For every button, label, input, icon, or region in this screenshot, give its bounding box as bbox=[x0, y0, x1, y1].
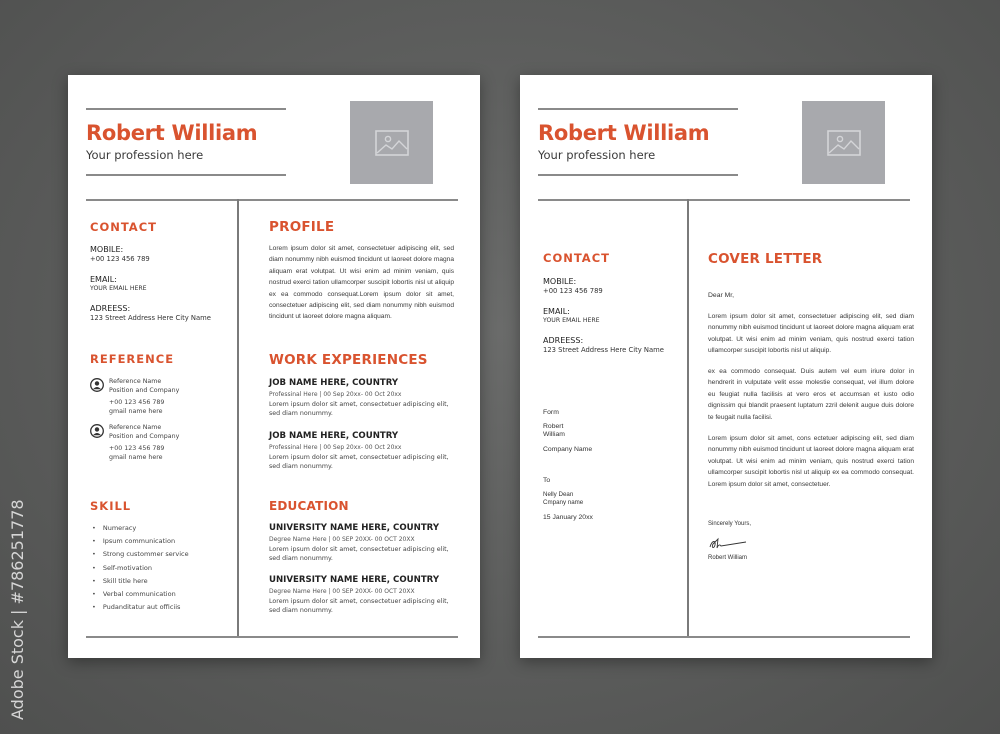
education-title: UNIVERSITY NAME HERE, COUNTRY bbox=[269, 523, 440, 533]
skill-item: Self-motivation bbox=[92, 564, 189, 577]
job-title: JOB NAME HERE, COUNTRY bbox=[269, 431, 399, 441]
address-label: ADREESS: bbox=[90, 304, 131, 313]
photo-placeholder[interactable] bbox=[802, 101, 885, 184]
reference-position: Position and Company bbox=[109, 432, 180, 440]
address-label: ADREESS: bbox=[543, 336, 584, 345]
skill-item: Strong custommer service bbox=[92, 550, 189, 563]
image-placeholder-icon bbox=[374, 129, 409, 156]
address-value: 123 Street Address Here City Name bbox=[90, 314, 211, 322]
mobile-label: MOBILE: bbox=[543, 277, 577, 286]
skill-list: Numeracy Ipsum communication Strong cust… bbox=[92, 524, 189, 616]
header-rule-bottom bbox=[86, 174, 286, 176]
reference-email: gmail name here bbox=[109, 453, 163, 461]
header-rule-top bbox=[86, 108, 286, 110]
reference-name: Reference Name bbox=[109, 424, 162, 431]
stock-watermark: Adobe Stock | #786251778 bbox=[8, 499, 27, 720]
section-rule-bottom bbox=[86, 636, 458, 638]
letter-paragraph: ex ea commodo consequat. Duis autem vel … bbox=[708, 368, 914, 421]
from-company: Company Name bbox=[543, 446, 593, 453]
profile-text: Lorem ipsum dolor sit amet, consectetuer… bbox=[269, 245, 454, 321]
job-meta: Professinal Here | 00 Sep 20xx- 00 Oct 2… bbox=[269, 391, 402, 398]
email-value: YOUR EMAIL HERE bbox=[543, 317, 600, 324]
resume-profession: Your profession here bbox=[86, 148, 204, 162]
image-placeholder-icon bbox=[826, 129, 861, 156]
reference-name: Reference Name bbox=[109, 378, 162, 385]
education-description: Lorem ipsum dolor sit amet, consectetuer… bbox=[269, 598, 449, 614]
cover-letter-heading: COVER LETTER bbox=[708, 251, 823, 267]
skill-item: Skill title here bbox=[92, 577, 189, 590]
section-rule-top bbox=[538, 199, 910, 201]
to-label: To bbox=[543, 477, 551, 484]
cover-letter-page: Robert William Your profession here CONT… bbox=[520, 75, 932, 658]
reference-item: Reference Name Position and Company +00 … bbox=[90, 378, 179, 416]
reference-phone: +00 123 456 789 bbox=[109, 399, 165, 407]
signer-name: Robert William bbox=[708, 555, 748, 561]
job-description: Lorem ipsum dolor sit amet, consectetuer… bbox=[269, 454, 449, 470]
email-label: EMAIL: bbox=[90, 275, 117, 284]
email-value: YOUR EMAIL HERE bbox=[90, 285, 147, 292]
contact-heading: CONTACT bbox=[543, 251, 610, 265]
skill-item: Ipsum communication bbox=[92, 537, 189, 550]
cover-profession: Your profession here bbox=[538, 148, 656, 162]
user-avatar-icon bbox=[90, 378, 104, 392]
letter-date: 15 January 20xx bbox=[543, 514, 593, 521]
reference-item: Reference Name Position and Company +00 … bbox=[90, 424, 179, 462]
header-rule-top bbox=[538, 108, 738, 110]
email-label: EMAIL: bbox=[543, 307, 570, 316]
contact-heading: CONTACT bbox=[90, 220, 157, 234]
section-rule-top bbox=[86, 199, 458, 201]
user-avatar-icon bbox=[90, 424, 104, 438]
resume-page: Robert William Your profession here CONT… bbox=[68, 75, 480, 658]
photo-placeholder[interactable] bbox=[350, 101, 433, 184]
profile-heading: PROFILE bbox=[269, 219, 335, 235]
cover-name: Robert William bbox=[538, 121, 710, 145]
education-meta: Degree Name Here | 00 SEP 20XX- 00 OCT 2… bbox=[269, 588, 415, 595]
mobile-value: +00 123 456 789 bbox=[543, 287, 603, 295]
from-label: Form bbox=[543, 409, 559, 416]
work-heading: WORK EXPERIENCES bbox=[269, 352, 428, 368]
salutation: Dear Mr, bbox=[708, 292, 735, 299]
education-heading: EDUCATION bbox=[269, 499, 349, 513]
section-rule-bottom bbox=[538, 636, 910, 638]
column-divider bbox=[687, 199, 689, 637]
resume-name: Robert William bbox=[86, 121, 258, 145]
reference-heading: REFERENCE bbox=[90, 352, 175, 366]
skill-item: Verbal communication bbox=[92, 590, 189, 603]
job-description: Lorem ipsum dolor sit amet, consectetuer… bbox=[269, 401, 449, 417]
mobile-value: +00 123 456 789 bbox=[90, 255, 150, 263]
education-description: Lorem ipsum dolor sit amet, consectetuer… bbox=[269, 546, 449, 562]
skill-heading: SKILL bbox=[90, 499, 132, 513]
header-rule-bottom bbox=[538, 174, 738, 176]
signature-icon bbox=[709, 537, 747, 549]
skill-item: Pudanditatur aut officiis bbox=[92, 603, 189, 616]
closing: Sincerely Yours, bbox=[708, 521, 752, 527]
education-title: UNIVERSITY NAME HERE, COUNTRY bbox=[269, 575, 440, 585]
skill-item: Numeracy bbox=[92, 524, 189, 537]
letter-paragraph: Lorem ipsum dolor sit amet, cons ectetue… bbox=[708, 435, 914, 488]
reference-phone: +00 123 456 789 bbox=[109, 445, 165, 453]
address-value: 123 Street Address Here City Name bbox=[543, 346, 664, 354]
letter-paragraph: Lorem ipsum dolor sit amet, consectetuer… bbox=[708, 313, 914, 355]
column-divider bbox=[237, 199, 239, 637]
mobile-label: MOBILE: bbox=[90, 245, 124, 254]
education-meta: Degree Name Here | 00 SEP 20XX- 00 OCT 2… bbox=[269, 536, 415, 543]
to-company: Cmpany name bbox=[543, 499, 584, 506]
reference-position: Position and Company bbox=[109, 386, 180, 394]
from-name-last: William bbox=[543, 431, 565, 438]
reference-email: gmail name here bbox=[109, 407, 163, 415]
job-meta: Professinal Here | 00 Sep 20xx- 00 Oct 2… bbox=[269, 444, 402, 451]
job-title: JOB NAME HERE, COUNTRY bbox=[269, 378, 399, 388]
